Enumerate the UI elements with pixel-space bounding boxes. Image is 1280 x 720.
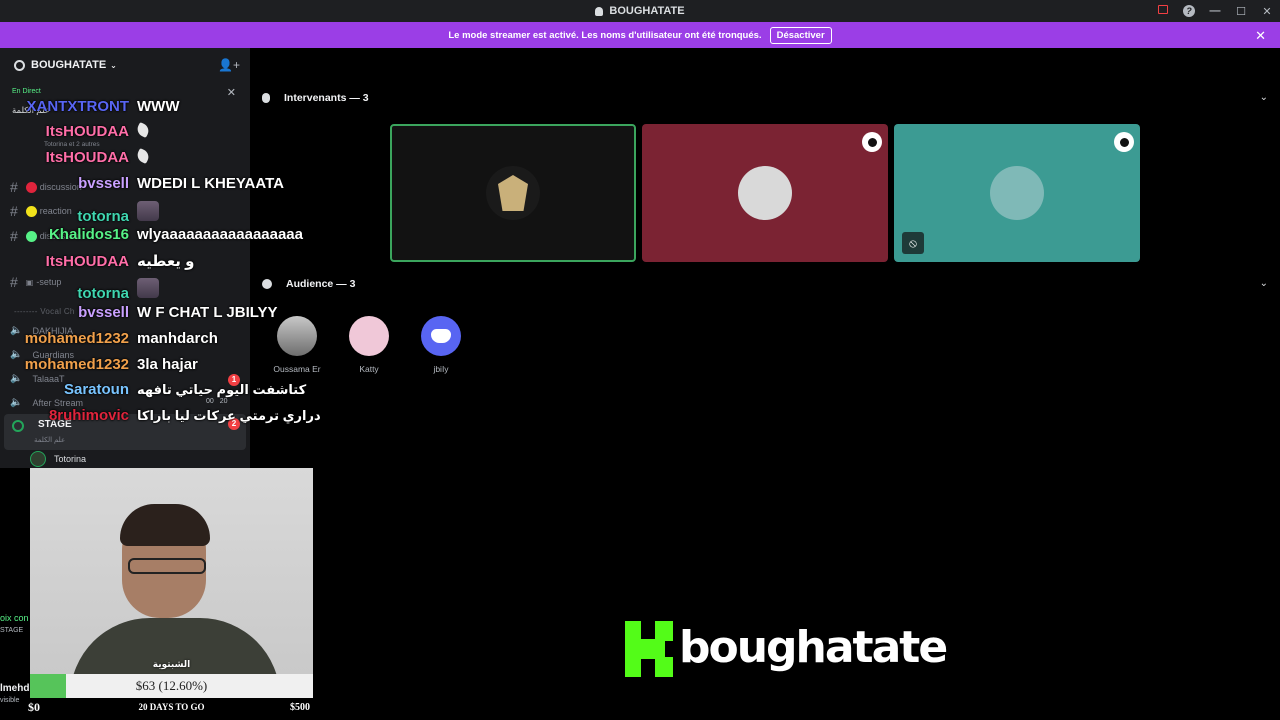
chevron-down-icon: ⌄ <box>110 60 117 70</box>
people-icon <box>262 279 272 289</box>
muted-mic-icon: ⦸ <box>902 232 924 254</box>
user-panel-status: visible <box>0 697 20 704</box>
feather-emote-icon <box>135 148 151 164</box>
chat-message: 8ruhimovic دراري ترمتي عركات ليا باراكا <box>48 407 321 424</box>
close-window-button[interactable]: ✕ <box>1254 5 1280 18</box>
live-stage-sub: Totorina et 2 autres <box>44 141 100 148</box>
chat-message: totorna <box>0 201 159 225</box>
server-icon <box>14 59 25 71</box>
window-titlebar: BOUGHATATE ? — ☐ ✕ <box>0 0 1280 22</box>
audience-header[interactable]: Audience — 3 <box>262 278 355 290</box>
goal-max-label: $500 <box>290 702 310 713</box>
chat-message: mohamed1232 3la hajar <box>24 356 198 373</box>
help-icon[interactable]: ? <box>1176 5 1202 17</box>
crest-logo-icon <box>498 175 528 211</box>
avatar <box>421 316 461 356</box>
webcam-person-hair <box>120 504 210 546</box>
avatar <box>30 451 46 467</box>
chat-message: Saratoun كتاشفت اليوم حياتي تافهه <box>63 381 307 398</box>
audience-member[interactable]: Oussama Er <box>262 316 332 374</box>
banner-text: Le mode streamer est activé. Les noms d'… <box>448 29 762 41</box>
close-banner-icon[interactable]: ✕ <box>1255 28 1266 44</box>
window-title: BOUGHATATE <box>609 5 685 17</box>
user-panel-name: lmehd <box>0 683 30 694</box>
moderator-badge-icon <box>862 132 882 152</box>
voice-user-count: 00 20 <box>206 398 228 405</box>
goal-amount-label: $63 (12.60%) <box>135 678 208 693</box>
face-emote-icon <box>137 201 159 221</box>
chat-message: ItsHOUDAA <box>0 148 151 166</box>
speakers-header[interactable]: Intervenants — 3 <box>262 92 369 104</box>
kick-channel-name: boughatate <box>679 622 948 673</box>
stage-channel-sub: علم الكلمة <box>34 437 66 444</box>
avatar <box>277 316 317 356</box>
speaker-tile[interactable]: ⦸ <box>894 124 1140 262</box>
webcam-person-glasses <box>128 558 206 574</box>
chevron-down-icon[interactable]: ⌄ <box>1260 92 1268 103</box>
chat-message: XANTXTRONT WWW <box>26 98 180 115</box>
close-live-icon[interactable]: ✕ <box>227 86 236 99</box>
minimize-button[interactable]: — <box>1202 5 1228 17</box>
speaker-tile[interactable] <box>642 124 888 262</box>
speaker-tile[interactable] <box>390 124 636 262</box>
live-indicator: En Direct <box>12 88 41 95</box>
avatar <box>738 166 792 220</box>
discord-app-icon <box>595 6 604 16</box>
audience-member[interactable]: jbiIy <box>406 316 476 374</box>
moderator-badge-icon <box>1114 132 1134 152</box>
audience-member[interactable]: Katty <box>334 316 404 374</box>
avatar <box>486 166 540 220</box>
maximize-button[interactable]: ☐ <box>1228 5 1254 18</box>
stage-participant[interactable]: Totorina <box>30 451 86 467</box>
chat-message: mohamed1232 manhdarch <box>24 330 218 347</box>
webcam-overlay: الشبتوية <box>30 468 313 674</box>
discord-logo-icon <box>431 329 451 343</box>
window-controls: ? — ☐ ✕ <box>1150 0 1280 22</box>
goal-countdown: 20 DAYS TO GO <box>138 702 205 712</box>
voice-connected-label: oix con <box>0 613 29 623</box>
face-emote-icon <box>137 278 159 298</box>
microphone-icon <box>262 93 270 103</box>
avatar <box>349 316 389 356</box>
chat-message: ItsHOUDAA و يعطيه <box>45 253 195 270</box>
chat-message: bvssell WDEDI L KHEYAATA <box>78 175 284 192</box>
donation-goal-bar: $63 (12.60%) <box>30 674 313 698</box>
inbox-icon[interactable] <box>1150 5 1176 17</box>
kick-logo-icon <box>625 621 673 677</box>
disable-streamer-mode-button[interactable]: Désactiver <box>769 26 832 44</box>
webcam-caption: الشبتوية <box>152 659 191 669</box>
add-member-icon[interactable]: 👤+ <box>218 58 240 72</box>
feather-emote-icon <box>135 122 151 138</box>
voice-connected-sub: STAGE <box>0 627 24 634</box>
chat-message: totorna <box>0 278 159 302</box>
server-name: BOUGHATATE <box>31 59 107 71</box>
chevron-down-icon[interactable]: ⌄ <box>1260 278 1268 289</box>
chat-message: bvssell W F CHAT L JBILYY <box>78 304 278 321</box>
chat-message: Khalidos16 wlyaaaaaaaaaaaaaaaaa <box>48 226 303 243</box>
server-header[interactable]: BOUGHATATE ⌄ <box>0 48 250 82</box>
avatar <box>990 166 1044 220</box>
streamer-mode-banner: Le mode streamer est activé. Les noms d'… <box>0 22 1280 48</box>
chat-message: ItsHOUDAA <box>0 122 151 140</box>
